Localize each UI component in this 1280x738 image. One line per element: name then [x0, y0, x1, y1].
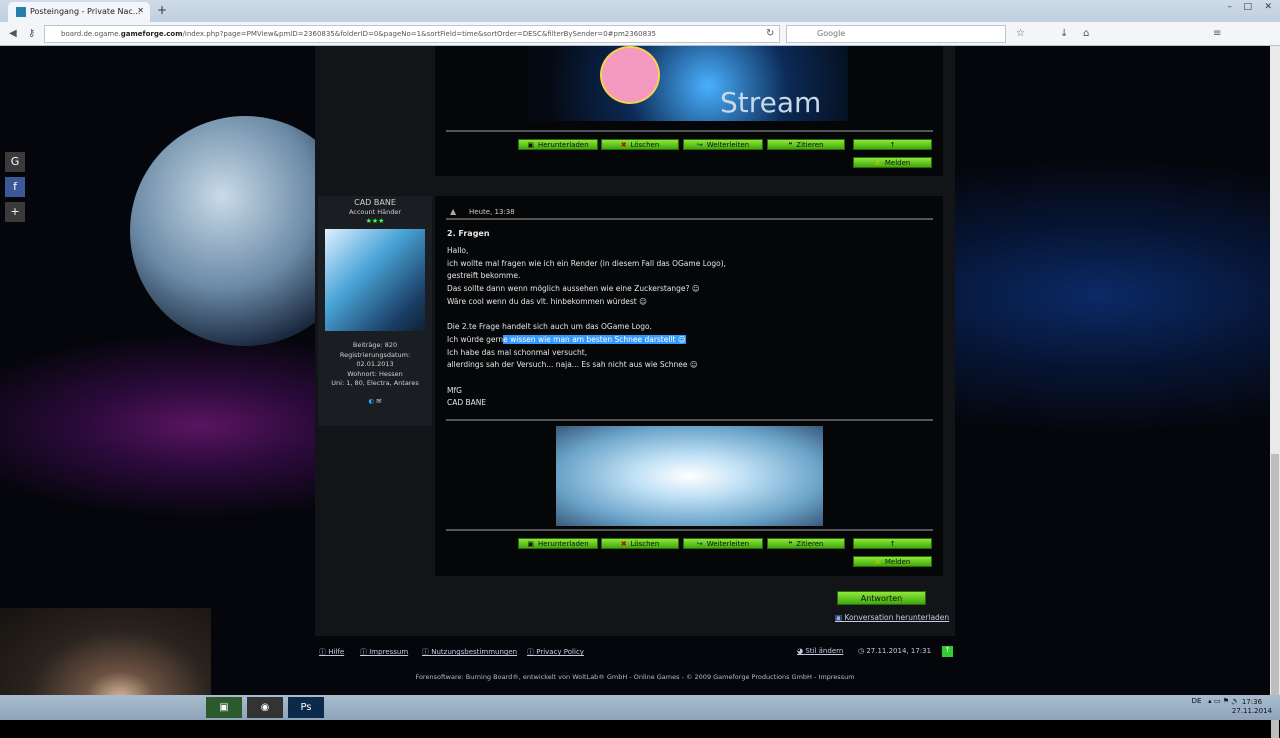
googleplus-icon[interactable]: +: [5, 202, 25, 222]
message-line: Die 2.te Frage handelt sich auch um das …: [447, 322, 652, 332]
taskbar: ▣ ◉ Ps DE ▴ ▭ ⚑ 🔈 17:36 27.11.2014: [0, 695, 1280, 720]
help-link[interactable]: ⓘ Hilfe: [319, 647, 344, 657]
info-icon: ⓘ: [360, 648, 370, 656]
webcam-overlay: [0, 608, 211, 695]
download-conversation-link[interactable]: ▣ Konversation herunterladen: [835, 613, 949, 622]
registration-date: 02.01.2013: [356, 360, 394, 368]
info-icon: ⓘ: [422, 648, 432, 656]
message-line: ich wollte mal fragen wie ich ein Render…: [447, 258, 727, 268]
taskbar-app-icon[interactable]: ▣: [206, 697, 242, 718]
selected-text: e wissen wie man am besten Schnee darste…: [503, 334, 686, 344]
mail-icon[interactable]: ✉: [376, 397, 381, 405]
divider: [446, 529, 933, 531]
divider: [446, 130, 933, 132]
author-name[interactable]: CAD BANE: [318, 198, 432, 208]
reply-button[interactable]: Antworten: [837, 591, 926, 605]
message-line: Ich habe das mal schonmal versucht,: [447, 347, 588, 357]
top-button[interactable]: ↑: [853, 139, 932, 150]
footer-datetime: ◷ 27.11.2014, 17:31: [858, 647, 932, 655]
message-line: Wäre cool wenn du das vlt. hinbekommen w…: [447, 296, 647, 306]
quote-button[interactable]: ❝ Zitieren: [767, 139, 845, 150]
message-line: gestreift bekomme.: [447, 271, 521, 281]
message-body: Heute, 13:38 2. Fragen Hallo, ich wollte…: [446, 208, 933, 410]
author-posts: Beiträge: 820: [352, 341, 398, 349]
banner-text: Stream: [720, 86, 822, 119]
change-style-link[interactable]: ◕ Stil ändern: [797, 647, 843, 655]
report-button[interactable]: ⚠ Melden: [853, 157, 932, 168]
info-icon: ⓘ: [527, 648, 537, 656]
tray-arrow-icon: ▴: [1208, 697, 1212, 705]
clock[interactable]: 17:36 27.11.2014: [1232, 698, 1272, 716]
message-line: Das sollte dann wenn möglich aussehen wi…: [447, 284, 700, 294]
message-line: CAD BANE: [447, 398, 487, 408]
message-line: Ich würde gerne wissen wie man am besten…: [447, 334, 686, 344]
privacy-link[interactable]: ⓘ Privacy Policy: [527, 647, 584, 657]
download-button[interactable]: ▣ Herunterladen: [518, 538, 598, 549]
minimize-button[interactable]: –: [1228, 2, 1233, 12]
reload-icon[interactable]: ↻: [766, 28, 774, 39]
tab-title: Posteingang - Private Nac...: [30, 7, 141, 16]
network-icon: ▭: [1213, 697, 1221, 705]
imprint-link[interactable]: ⓘ Impressum: [360, 647, 408, 657]
message-line: MfG: [447, 385, 462, 395]
back-icon[interactable]: ◀: [9, 28, 17, 39]
quote-button[interactable]: ❝ Zitieren: [767, 538, 845, 549]
facebook-icon[interactable]: f: [5, 177, 25, 197]
rank-stars: ★★★: [365, 217, 385, 225]
search-input[interactable]: Google: [786, 25, 1006, 43]
help-icon: ⓘ: [319, 648, 329, 656]
post-title: 2. Fragen: [447, 229, 490, 238]
navigation-bar: ◀ ⚷ board.de.ogame.gameforge.com/index.p…: [0, 22, 1280, 46]
registration-label: Registrierungsdatum:: [339, 350, 411, 359]
profile-icon[interactable]: ◐: [368, 397, 374, 405]
url-bar[interactable]: board.de.ogame.gameforge.com/index.php?p…: [44, 25, 780, 43]
new-tab-button[interactable]: +: [157, 3, 167, 17]
author-sidebar: CAD BANE Account Händer ★★★ Beiträge: 82…: [318, 196, 432, 426]
signature-divider: [446, 419, 933, 421]
forward-button[interactable]: ↪ Weiterleiten: [683, 538, 763, 549]
close-window-button[interactable]: ✕: [1264, 2, 1272, 12]
top-button[interactable]: ↑: [853, 538, 932, 549]
message-line: Hallo,: [447, 246, 469, 255]
kirby-image: [600, 46, 660, 104]
message-icon: ▲: [450, 207, 457, 216]
google-icon[interactable]: G: [5, 152, 25, 172]
browser-tab[interactable]: Posteingang - Private Nac... ✕: [8, 2, 150, 22]
signature-image: [556, 426, 823, 526]
scroll-top-button[interactable]: ↑: [942, 646, 953, 657]
author-universes: Uni: 1, 80, Electra, Antares: [331, 379, 419, 387]
home-icon[interactable]: ⌂: [1083, 28, 1089, 39]
language-indicator[interactable]: DE: [1192, 697, 1202, 705]
scrollbar[interactable]: [1270, 46, 1280, 738]
report-button[interactable]: ⚠ Melden: [853, 556, 932, 567]
close-tab-icon[interactable]: ✕: [137, 6, 144, 15]
message-line: allerdings sah der Versuch... naja... Es…: [447, 360, 698, 370]
chrome-taskbar-icon[interactable]: ◉: [247, 697, 283, 718]
menu-icon[interactable]: ≡: [1213, 28, 1221, 39]
author-avatar: [325, 229, 425, 331]
photoshop-taskbar-icon[interactable]: Ps: [288, 697, 324, 718]
forward-button[interactable]: ↪ Weiterleiten: [683, 139, 763, 150]
delete-button[interactable]: ✖ Löschen: [601, 538, 679, 549]
download-button[interactable]: ▣ Herunterladen: [518, 139, 598, 150]
author-location: Wohnort: Hessen: [347, 369, 403, 378]
page-content: G f + Stream ▣ Herunterladen ✖ Löschen ↪ We…: [0, 46, 1270, 695]
flag-icon: ⚑: [1222, 697, 1230, 705]
social-share-bar: G f +: [5, 152, 25, 227]
delete-button[interactable]: ✖ Löschen: [601, 139, 679, 150]
favicon-icon: [16, 7, 26, 17]
bookmark-star-icon[interactable]: ☆: [1016, 28, 1025, 39]
key-icon: ⚷: [28, 28, 36, 39]
copyright: Forensoftware: Burning Board®, entwickel…: [415, 673, 855, 681]
download-icon[interactable]: ↓: [1060, 28, 1068, 39]
terms-link[interactable]: ⓘ Nutzungsbestimmungen: [422, 647, 517, 657]
divider: [446, 218, 933, 220]
maximize-button[interactable]: □: [1243, 2, 1252, 12]
browser-tab-bar: Posteingang - Private Nac... ✕ + – □ ✕: [0, 0, 1280, 22]
author-rank: Account Händer: [348, 207, 402, 216]
post-time: Heute, 13:38: [469, 208, 515, 216]
